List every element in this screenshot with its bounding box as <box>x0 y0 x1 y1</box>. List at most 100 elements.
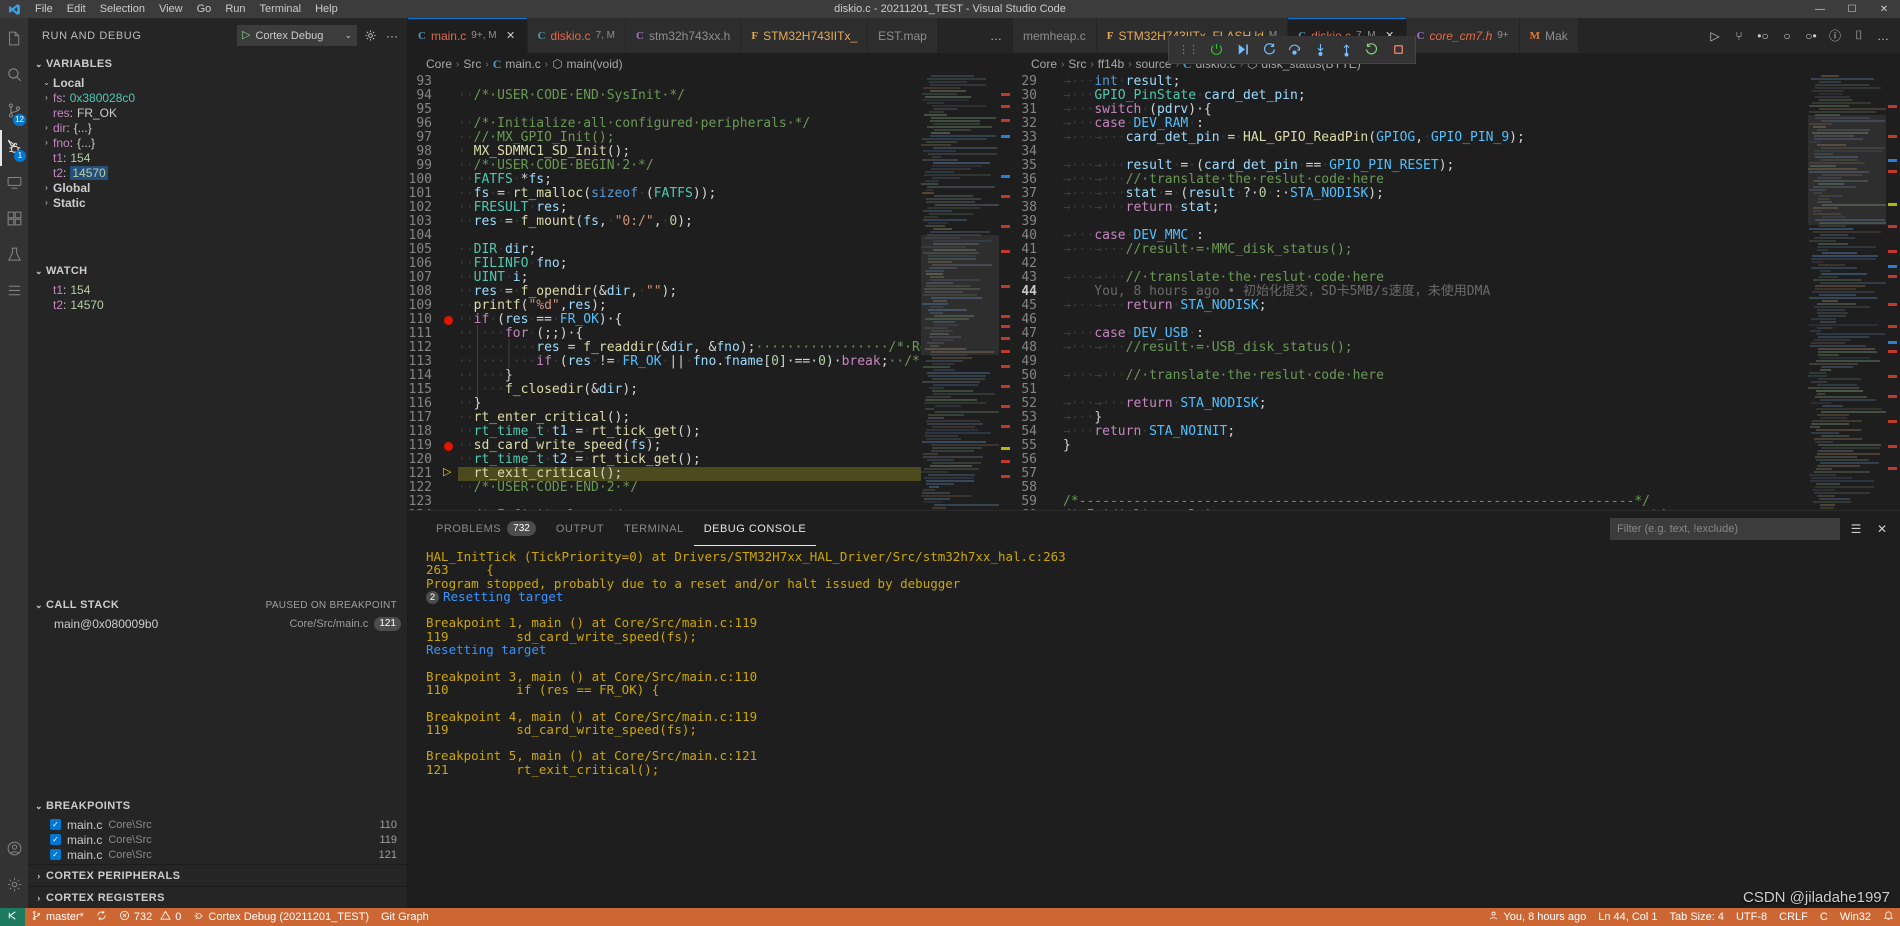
gutter-cell[interactable] <box>1045 103 1063 117</box>
gutter-cell[interactable] <box>1045 285 1063 299</box>
code-line[interactable] <box>1063 453 1808 467</box>
gutter-cell[interactable] <box>440 299 458 313</box>
minimize-button[interactable]: — <box>1804 0 1836 18</box>
gutter-cell[interactable] <box>440 271 458 285</box>
gutter-cell[interactable] <box>440 89 458 103</box>
status-cursor-position[interactable]: Ln 44, Col 1 <box>1592 908 1663 926</box>
code-line[interactable]: ··│···f_closedir(&dir); <box>458 383 921 397</box>
status-debug-session[interactable]: Cortex Debug (20211201_TEST) <box>187 908 375 926</box>
gutter-cell[interactable] <box>1045 509 1063 510</box>
code-line[interactable]: ··rt_time_t·t1·=·rt_tick_get(); <box>458 425 921 439</box>
code-line[interactable]: ··│···│···if·(res·!=·FR_OK·||·fno.fname[… <box>458 355 921 369</box>
menu-view[interactable]: View <box>152 2 190 16</box>
gutter-cell[interactable] <box>440 453 458 467</box>
code-line[interactable]: →···→···//·translate·the·reslut·code·her… <box>1063 173 1808 187</box>
scroll-decorations-2[interactable] <box>1886 75 1900 510</box>
variables-group-global[interactable]: › Global <box>28 180 407 195</box>
breadcrumb-src[interactable]: Src <box>463 57 481 71</box>
stop-button[interactable] <box>1385 38 1411 62</box>
tab-memheap-c[interactable]: memheap.c <box>1013 18 1097 53</box>
debug-alt-icon[interactable]: ⑂ <box>1728 25 1750 47</box>
code-line[interactable]: →···case·DEV_USB·: <box>1063 327 1808 341</box>
gutter-cell[interactable] <box>440 103 458 117</box>
activity-extensions[interactable] <box>0 202 28 238</box>
menu-go[interactable]: Go <box>190 2 219 16</box>
breadcrumb-ff14b[interactable]: ff14b <box>1098 57 1124 71</box>
breakpoint-item[interactable]: ✓ main.c Core\Src 119 <box>28 832 407 847</box>
menu-bar[interactable]: File Edit Selection View Go Run Terminal… <box>28 2 345 16</box>
menu-selection[interactable]: Selection <box>93 2 152 16</box>
window-controls[interactable]: — ☐ ✕ <box>1804 0 1900 18</box>
gutter-cell[interactable] <box>440 425 458 439</box>
breakpoint-checkbox[interactable]: ✓ <box>50 849 61 860</box>
breakpoints-header[interactable]: ⌄ BREAKPOINTS <box>28 795 407 817</box>
gutter-cell[interactable] <box>1045 327 1063 341</box>
status-git-blame[interactable]: You, 8 hours ago <box>1482 908 1592 926</box>
code-line[interactable]: /*--------------------------------------… <box>1063 495 1808 509</box>
gutter-cell[interactable] <box>1045 341 1063 355</box>
code-line[interactable]: →···case·DEV_MMC·: <box>1063 229 1808 243</box>
ellipsis-icon[interactable]: ··· <box>383 27 401 45</box>
breadcrumb-src[interactable]: Src <box>1068 57 1086 71</box>
tab-core-cm7-h[interactable]: C core_cm7.h 9+ <box>1406 18 1520 53</box>
breadcrumb-file[interactable]: main.c <box>505 57 540 71</box>
close-icon[interactable]: ✕ <box>505 29 517 42</box>
code-line[interactable] <box>1063 215 1808 229</box>
more-actions-icon[interactable]: … <box>1872 25 1894 47</box>
code-line[interactable] <box>1063 383 1808 397</box>
gutter-cell[interactable] <box>440 327 458 341</box>
call-stack-header[interactable]: ⌄ CALL STACK PAUSED ON BREAKPOINT <box>28 594 407 616</box>
gutter-cell[interactable] <box>1045 201 1063 215</box>
watch-item-t2[interactable]: t2: 14570 <box>28 297 407 312</box>
gutter-cell[interactable] <box>1045 383 1063 397</box>
gutter-cell[interactable] <box>1045 75 1063 89</box>
gutter-cell[interactable] <box>440 509 458 510</box>
breadcrumb-core[interactable]: Core <box>1031 57 1057 71</box>
code-line[interactable]: ··/*·USER·CODE·BEGIN·2·*/ <box>458 159 921 173</box>
step-into-button[interactable] <box>1307 38 1333 62</box>
minimap-2[interactable] <box>1808 75 1886 510</box>
activity-test-explorer[interactable] <box>0 238 28 274</box>
code-line[interactable]: →···→···return·stat; <box>1063 201 1808 215</box>
code-line[interactable]: ··res·=·f_mount(fs,·"0:/",·0); <box>458 215 921 229</box>
gutter-cell[interactable] <box>1045 173 1063 187</box>
tab-stm32h743xx-h[interactable]: C stm32h743xx.h <box>626 18 742 53</box>
chevron-down-icon[interactable]: ⌄ <box>40 78 53 87</box>
code-line[interactable]: ··/*·USER·CODE·END·2·*/ <box>458 481 921 495</box>
gutter-cell[interactable] <box>440 369 458 383</box>
gutter-cell[interactable] <box>1045 187 1063 201</box>
code-line[interactable]: →···switch·(pdrv)·{ <box>1063 103 1808 117</box>
code-line[interactable]: ··printf("%d",res); <box>458 299 921 313</box>
code-line[interactable]: ··//·MX_GPIO_Init(); <box>458 131 921 145</box>
code-line[interactable] <box>458 103 921 117</box>
menu-run[interactable]: Run <box>218 2 252 16</box>
activity-source-control[interactable]: 12 <box>0 94 28 130</box>
step-out-icon[interactable]: ○• <box>1800 25 1822 47</box>
chevron-down-icon[interactable]: ⌄ <box>32 266 46 277</box>
restart-session-button[interactable] <box>1359 38 1385 62</box>
code-line[interactable] <box>1063 355 1808 369</box>
menu-file[interactable]: File <box>28 2 60 16</box>
code-line[interactable]: →···→···result·=·(card_det_pin·==·GPIO_P… <box>1063 159 1808 173</box>
gutter-cell[interactable] <box>440 481 458 495</box>
run-icon[interactable]: ▷ <box>1704 25 1726 47</box>
code-line[interactable]: →···→···card_det_pin·=·HAL_GPIO_ReadPin(… <box>1063 131 1808 145</box>
code-line[interactable]: ··rt_enter_critical(); <box>458 411 921 425</box>
chevron-right-icon[interactable]: › <box>40 183 53 192</box>
code-line[interactable]: →···→···//·translate·the·reslut·code·her… <box>1063 369 1808 383</box>
variable-value[interactable]: 154 <box>70 151 90 165</box>
gutter-cell[interactable] <box>440 173 458 187</box>
activity-search[interactable] <box>0 58 28 94</box>
code-line[interactable]: ··/*·Initialize·all·configured·periphera… <box>458 117 921 131</box>
gutter-cell[interactable] <box>1045 271 1063 285</box>
gutter-cell[interactable] <box>440 285 458 299</box>
breakpoint-gutter-1[interactable]: ▷ <box>440 75 458 510</box>
code-line[interactable]: →···→···stat·=·(result·?·0·:·STA_NODISK)… <box>1063 187 1808 201</box>
code-line[interactable]: ··/*·USER·CODE·END·SysInit·*/ <box>458 89 921 103</box>
status-git-sync[interactable] <box>90 908 113 926</box>
tab-diskio-c[interactable]: C diskio.c 7, M <box>527 18 627 53</box>
code-area-1[interactable]: 93 94 95 96 97 98 99 100 101 102 103 104 105 106 107 10… <box>408 75 921 510</box>
gutter-cell[interactable] <box>1045 229 1063 243</box>
breadcrumb-core[interactable]: Core <box>426 57 452 71</box>
maximize-button[interactable]: ☐ <box>1836 0 1868 18</box>
